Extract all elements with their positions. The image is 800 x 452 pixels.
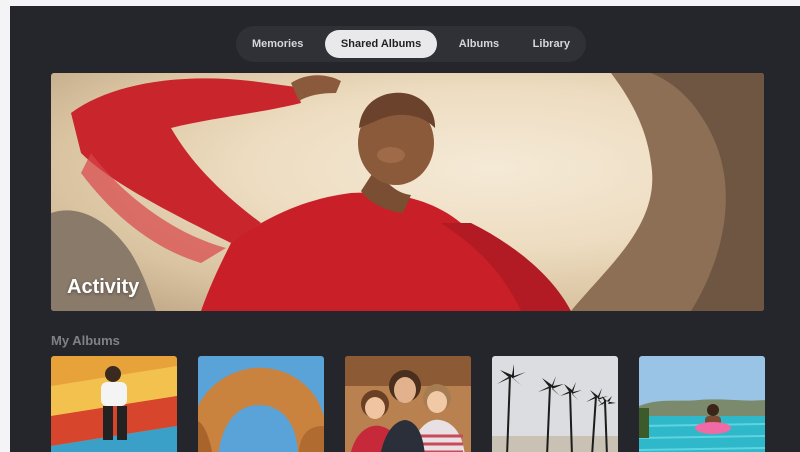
- tab-library[interactable]: Library: [521, 30, 582, 58]
- album-photo-slide: [51, 356, 177, 452]
- album-photo-palms: [492, 356, 618, 452]
- my-albums-heading: My Albums: [51, 333, 120, 348]
- app-window: Memories Shared Albums Albums Library Ac…: [10, 6, 800, 452]
- album-photo-family: [345, 356, 471, 452]
- album-photo-arch: [198, 356, 324, 452]
- album-row: [51, 356, 771, 452]
- activity-label: Activity: [67, 276, 140, 298]
- album-thumbnail-1[interactable]: [51, 356, 177, 452]
- album-thumbnail-4[interactable]: [492, 356, 618, 452]
- album-thumbnail-5[interactable]: [639, 356, 765, 452]
- album-thumbnail-3[interactable]: [345, 356, 471, 452]
- tab-albums[interactable]: Albums: [447, 30, 511, 58]
- tab-shared-albums[interactable]: Shared Albums: [324, 30, 438, 58]
- album-photo-pool: [639, 356, 765, 452]
- album-thumbnail-2[interactable]: [198, 356, 324, 452]
- activity-photo: [51, 73, 764, 311]
- tab-bar: Memories Shared Albums Albums Library: [236, 26, 586, 62]
- tab-memories[interactable]: Memories: [240, 30, 315, 58]
- activity-banner[interactable]: Activity: [51, 73, 764, 311]
